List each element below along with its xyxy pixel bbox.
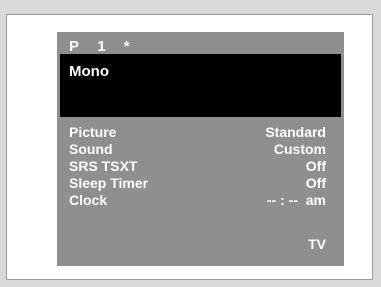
channel-header: P 1 * xyxy=(69,38,143,55)
setting-row-srs: SRS TSXT Off xyxy=(69,158,326,175)
setting-label: Picture xyxy=(69,124,117,140)
setting-value: Standard xyxy=(265,124,326,140)
setting-value: Custom xyxy=(273,141,326,157)
settings-list: Picture Standard Sound Custom SRS TSXT O… xyxy=(69,124,326,209)
setting-row-picture: Picture Standard xyxy=(69,124,326,141)
setting-row-sleep-timer: Sleep Timer Off xyxy=(69,175,326,192)
setting-row-sound: Sound Custom xyxy=(69,141,326,158)
setting-value: Off xyxy=(305,175,326,191)
channel-number: 1 xyxy=(97,38,107,55)
source-label: TV xyxy=(308,236,326,252)
setting-value: -- : -- am xyxy=(266,192,326,208)
program-label: P xyxy=(69,38,81,55)
status-marker: * xyxy=(123,38,131,55)
setting-label: SRS TSXT xyxy=(69,158,138,174)
audio-info-box: Mono xyxy=(60,54,341,117)
audio-mode: Mono xyxy=(69,63,109,80)
setting-label: Sleep Timer xyxy=(69,175,149,191)
setting-label: Sound xyxy=(69,141,113,157)
setting-value: Off xyxy=(305,158,326,174)
setting-row-clock: Clock -- : -- am xyxy=(69,192,326,209)
tv-osd-panel: P 1 * Mono Picture Standard Sound Custom… xyxy=(57,32,344,266)
setting-label: Clock xyxy=(69,192,108,208)
